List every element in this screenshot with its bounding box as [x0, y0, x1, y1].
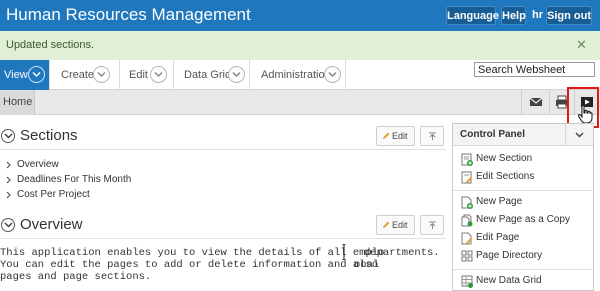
- chevron-down-icon[interactable]: [565, 124, 593, 146]
- chevron-down-icon[interactable]: [324, 66, 341, 83]
- close-icon[interactable]: ✕: [576, 37, 587, 53]
- tab-edit[interactable]: Edit: [120, 60, 174, 90]
- username: hr: [532, 9, 543, 21]
- collapse-icon[interactable]: [1, 129, 15, 143]
- divider: [453, 269, 593, 270]
- help-button[interactable]: Help: [501, 6, 526, 25]
- app-header: Human Resources Management Language Help…: [0, 0, 600, 31]
- mail-icon[interactable]: [525, 91, 547, 113]
- panel-item-label: Page Directory: [476, 250, 543, 261]
- breadcrumb-bar: Home: [0, 90, 600, 115]
- move-up-button[interactable]: [420, 215, 444, 235]
- overview-region-header: Overview Edit: [0, 214, 446, 238]
- app-title[interactable]: Human Resources Management: [6, 5, 251, 25]
- region-title: Sections: [20, 127, 78, 144]
- language-button[interactable]: Language: [446, 6, 499, 25]
- new-section-icon: [461, 153, 473, 166]
- list-item-label: Cost Per Project: [17, 189, 90, 200]
- tab-label: Data Grid: [184, 69, 232, 81]
- breadcrumb-home[interactable]: Home: [0, 90, 35, 115]
- hand-cursor-icon: [577, 104, 593, 124]
- overview-text-line: pages and page sections.: [0, 271, 152, 283]
- toolbar-divider: [521, 90, 522, 115]
- edit-sections-button[interactable]: Edit: [376, 126, 415, 146]
- divider: [0, 149, 446, 150]
- tab-label: Edit: [129, 69, 148, 81]
- sections-region-header: Sections Edit: [0, 125, 446, 149]
- move-up-button[interactable]: [420, 126, 444, 146]
- tab-view[interactable]: View: [0, 60, 50, 90]
- overview-text-line: onal: [354, 259, 380, 271]
- tab-administration[interactable]: Administration: [250, 60, 346, 90]
- chevron-down-icon[interactable]: [150, 66, 167, 83]
- tab-label: Administration: [261, 69, 331, 81]
- control-panel-title: Control Panel: [460, 129, 526, 140]
- signout-button[interactable]: Sign out: [546, 6, 592, 25]
- breadcrumb-home-label: Home: [3, 96, 33, 108]
- tab-data-grid[interactable]: Data Grid: [174, 60, 250, 90]
- data-grid-icon: [461, 275, 473, 288]
- panel-item-label: New Data Grid: [476, 275, 542, 286]
- edit-button-label: Edit: [392, 131, 408, 141]
- chevron-down-icon[interactable]: [28, 66, 45, 83]
- tab-label: View: [4, 69, 28, 81]
- panel-item-label: Edit Sections: [476, 171, 535, 182]
- edit-sections-icon: [461, 171, 473, 184]
- control-panel: Control Panel New Section Edit Sections …: [452, 123, 594, 291]
- list-item-label: Overview: [17, 159, 59, 170]
- new-page-icon: [461, 196, 473, 209]
- tab-label: Create: [61, 69, 95, 81]
- copy-page-icon: [461, 214, 473, 227]
- tab-create[interactable]: Create: [50, 60, 120, 90]
- chevron-down-icon[interactable]: [93, 66, 110, 83]
- control-panel-header: Control Panel: [453, 124, 593, 146]
- collapse-icon[interactable]: [1, 218, 15, 232]
- divider: [453, 190, 593, 191]
- edit-button-label: Edit: [392, 220, 408, 230]
- page-directory-icon: [461, 250, 473, 262]
- panel-item-label: New Section: [476, 153, 533, 164]
- divider: [0, 238, 446, 239]
- panel-item-label: Edit Page: [476, 232, 520, 243]
- region-title: Overview: [20, 216, 83, 233]
- toolbar-divider: [549, 90, 550, 115]
- edit-overview-button[interactable]: Edit: [376, 215, 415, 235]
- panel-item-label: New Page as a Copy: [476, 214, 570, 225]
- success-message: Updated sections. ✕: [0, 31, 600, 60]
- search-input[interactable]: [474, 62, 595, 77]
- panel-item-label: New Page: [476, 196, 523, 207]
- text-cursor-icon: [342, 244, 346, 260]
- chevron-down-icon[interactable]: [228, 66, 245, 83]
- edit-page-icon: [461, 232, 473, 245]
- success-text: Updated sections.: [6, 39, 95, 51]
- list-item-label: Deadlines For This Month: [17, 174, 132, 185]
